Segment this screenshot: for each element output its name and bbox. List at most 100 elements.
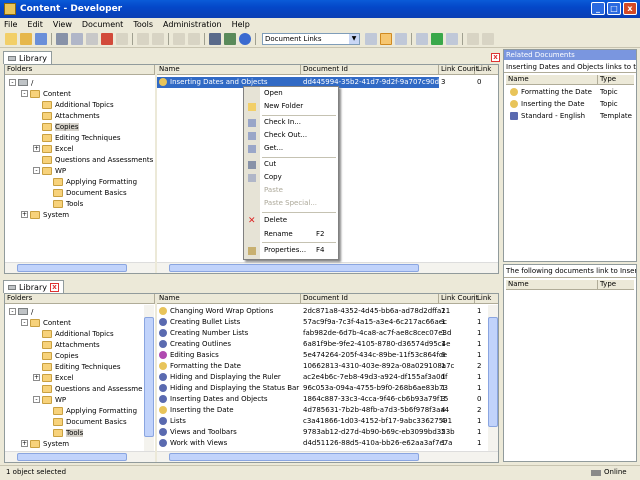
paste-icon[interactable] bbox=[86, 33, 98, 45]
menu-item-open[interactable]: Open bbox=[244, 87, 338, 100]
scroll-thumb[interactable] bbox=[144, 317, 154, 437]
tab-library-bottom[interactable]: Library x bbox=[3, 280, 64, 293]
layout-vertical-icon[interactable] bbox=[395, 33, 407, 45]
tree-vscroll[interactable] bbox=[144, 305, 154, 451]
col-type[interactable]: Type bbox=[598, 280, 634, 289]
menu-item-rename[interactable]: Rename F2 bbox=[244, 228, 338, 241]
undo-icon[interactable] bbox=[137, 33, 149, 45]
tree-applying-formatting[interactable]: Applying Formatting bbox=[53, 405, 137, 416]
layout-horizontal-icon[interactable] bbox=[380, 33, 392, 45]
table-row[interactable]: Editing Basics 5e474264-205f-434c-89be-11… bbox=[157, 350, 488, 361]
help-icon[interactable] bbox=[239, 33, 251, 45]
tree-wp[interactable]: - WP bbox=[33, 394, 66, 405]
menu-file[interactable]: File bbox=[4, 20, 17, 29]
menu-item-copy[interactable]: Copy bbox=[244, 171, 338, 184]
tree-system[interactable]: + System bbox=[21, 209, 69, 220]
collapse-icon[interactable]: - bbox=[33, 167, 40, 174]
table-row[interactable]: Creating Bullet Lists 57ac9f9a-7c3f-4a15-… bbox=[157, 317, 488, 328]
tree-attachments[interactable]: Attachments bbox=[42, 110, 100, 121]
list-item[interactable]: Formatting the Date Topic bbox=[508, 87, 634, 98]
list-item[interactable]: Standard - English Template bbox=[508, 111, 634, 122]
tree-content[interactable]: - Content bbox=[21, 88, 71, 99]
tree-additional-topics[interactable]: Additional Topics bbox=[42, 328, 114, 339]
col-type[interactable]: Type bbox=[598, 75, 634, 84]
view-combo[interactable]: Document Links ▼ bbox=[262, 33, 360, 45]
table-row[interactable]: Lists c3a41866-1d03-4152-bf17-9abc3362759… bbox=[157, 416, 488, 427]
tree-document-basics[interactable]: Document Basics bbox=[53, 416, 127, 427]
scroll-thumb[interactable] bbox=[169, 264, 419, 272]
table-row[interactable]: Hiding and Displaying the Status Bar 96c0… bbox=[157, 383, 488, 394]
tree-questions[interactable]: Questions and Assessments bbox=[42, 154, 153, 165]
col-link[interactable]: Link bbox=[475, 294, 498, 303]
expand-icon[interactable]: + bbox=[33, 145, 40, 152]
upload-icon[interactable] bbox=[482, 33, 494, 45]
list-hscroll[interactable] bbox=[157, 451, 498, 462]
menu-item-paste[interactable]: Paste bbox=[244, 184, 338, 197]
table-row[interactable]: Formatting the Date 10662813-4310-403e-89… bbox=[157, 361, 488, 372]
scroll-thumb[interactable] bbox=[17, 264, 127, 272]
menu-item-get[interactable]: Get... bbox=[244, 142, 338, 155]
collapse-icon[interactable]: - bbox=[21, 90, 28, 97]
table-row[interactable]: Hiding and Displaying the Ruler ac2e4b6c-… bbox=[157, 372, 488, 383]
table-row[interactable]: Work with Views d4d51126-88d5-410a-bb26-e… bbox=[157, 438, 488, 449]
col-link[interactable]: Link bbox=[475, 65, 498, 74]
tree-editing-techniques[interactable]: Editing Techniques bbox=[42, 361, 121, 372]
tree-additional-topics[interactable]: Additional Topics bbox=[42, 99, 114, 110]
save-icon[interactable] bbox=[35, 33, 47, 45]
col-name[interactable]: Name bbox=[157, 294, 301, 303]
menu-help[interactable]: Help bbox=[232, 20, 250, 29]
publish-icon[interactable] bbox=[467, 33, 479, 45]
tree-copies[interactable]: Copies bbox=[42, 350, 79, 361]
pane-icon[interactable] bbox=[416, 33, 428, 45]
menu-item-delete[interactable]: ✕ Delete bbox=[244, 214, 338, 227]
tree-excel[interactable]: + Excel bbox=[33, 372, 74, 383]
col-document-id[interactable]: Document Id bbox=[301, 294, 439, 303]
tree-hscroll[interactable] bbox=[5, 451, 155, 462]
table-row[interactable]: Inserting Dates and Objects 1864c887-33c3… bbox=[157, 394, 488, 405]
delete-icon[interactable] bbox=[101, 33, 113, 45]
find-icon[interactable] bbox=[209, 33, 221, 45]
table-row[interactable]: Creating Number Lists fab982de-6d7b-4ca8-… bbox=[157, 328, 488, 339]
table-row[interactable]: Views and Toolbars 9783ab12-d27d-4b90-b69… bbox=[157, 427, 488, 438]
expand-icon[interactable]: + bbox=[21, 440, 28, 447]
tree-applying-formatting[interactable]: Applying Formatting bbox=[53, 176, 137, 187]
chevron-down-icon[interactable]: ▼ bbox=[349, 34, 359, 44]
copy-icon[interactable] bbox=[71, 33, 83, 45]
tree-excel[interactable]: + Excel bbox=[33, 143, 74, 154]
tree-attachments[interactable]: Attachments bbox=[42, 339, 100, 350]
expand-icon[interactable]: + bbox=[21, 211, 28, 218]
col-name[interactable]: Name bbox=[506, 75, 598, 84]
tree-content[interactable]: - Content bbox=[21, 317, 71, 328]
menu-item-check-out[interactable]: Check Out... bbox=[244, 129, 338, 142]
minimize-button[interactable]: _ bbox=[591, 2, 605, 15]
table-row[interactable]: Inserting the Date 4d785631-7b2b-48fb-a7d… bbox=[157, 405, 488, 416]
tree-root[interactable]: - / bbox=[9, 306, 33, 317]
tab-library-top[interactable]: Library bbox=[3, 51, 52, 64]
cut-icon[interactable] bbox=[56, 33, 68, 45]
list-vscroll[interactable] bbox=[488, 305, 498, 451]
col-name[interactable]: Name bbox=[506, 280, 598, 289]
back-icon[interactable] bbox=[173, 33, 185, 45]
menu-view[interactable]: View bbox=[53, 20, 72, 29]
menu-item-check-in[interactable]: Check In... bbox=[244, 116, 338, 129]
scroll-thumb[interactable] bbox=[488, 317, 498, 427]
layout-icon[interactable] bbox=[365, 33, 377, 45]
scroll-thumb[interactable] bbox=[17, 453, 127, 461]
expand-icon[interactable]: + bbox=[33, 374, 40, 381]
menu-document[interactable]: Document bbox=[82, 20, 123, 29]
menu-tools[interactable]: Tools bbox=[133, 20, 153, 29]
close-tab-icon[interactable]: x bbox=[49, 282, 59, 292]
col-name[interactable]: Name bbox=[157, 65, 301, 74]
refresh-icon[interactable] bbox=[431, 33, 443, 45]
tree-tools[interactable]: Tools bbox=[53, 427, 84, 438]
list-hscroll[interactable] bbox=[157, 262, 498, 273]
menu-item-new-folder[interactable]: New Folder bbox=[244, 100, 338, 113]
table-row[interactable]: Changing Word Wrap Options 2dc871a8-4352-… bbox=[157, 306, 488, 317]
forward-icon[interactable] bbox=[188, 33, 200, 45]
collapse-icon[interactable]: - bbox=[9, 308, 16, 315]
tree-document-basics[interactable]: Document Basics bbox=[53, 187, 127, 198]
tree-questions[interactable]: Questions and Assessments bbox=[42, 383, 143, 394]
col-link-count[interactable]: Link Count bbox=[439, 65, 478, 74]
list-item[interactable]: Inserting the Date Topic bbox=[508, 99, 634, 110]
redo-icon[interactable] bbox=[152, 33, 164, 45]
